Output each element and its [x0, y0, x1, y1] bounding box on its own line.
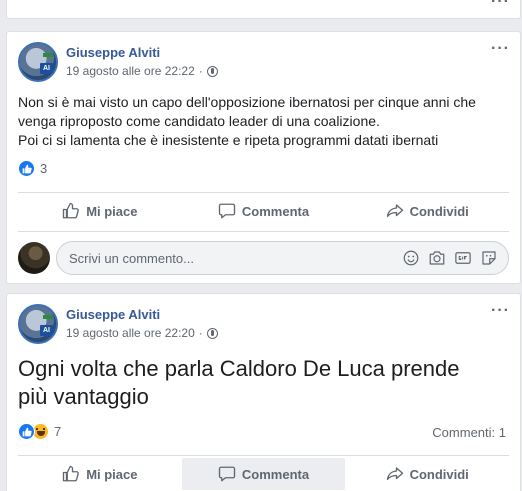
post-date[interactable]: 19 agosto alle ore 22:22 — [66, 63, 195, 79]
post-text-line: più vantaggio — [18, 384, 149, 409]
reaction-count[interactable]: 7 — [54, 424, 61, 439]
post-text: Non si è mai visto un capo dell'opposizi… — [18, 93, 508, 150]
share-button[interactable]: Condividi — [345, 458, 509, 490]
globe-icon[interactable] — [206, 327, 218, 339]
avatar-badge: AI — [40, 325, 53, 336]
like-reaction-icon — [18, 160, 35, 177]
author-name[interactable]: Giuseppe Alviti — [66, 307, 218, 323]
flag-icon — [43, 315, 53, 319]
reaction-count[interactable]: 3 — [40, 161, 47, 176]
post-text-line: Ogni volta che parla Caldoro De Luca pre… — [18, 356, 460, 381]
author-avatar[interactable]: AI — [18, 42, 58, 82]
comment-label: Commenta — [241, 466, 310, 482]
reactions-summary[interactable]: 3 — [18, 160, 47, 177]
current-user-avatar[interactable] — [18, 242, 50, 274]
camera-icon[interactable] — [428, 249, 446, 267]
author-name[interactable]: Giuseppe Alviti — [66, 45, 218, 61]
more-options-icon[interactable]: ··· — [491, 0, 510, 10]
comments-count[interactable]: Commenti: 1 — [432, 425, 506, 440]
gif-icon[interactable] — [454, 249, 472, 267]
post-text-line: Poi ci si lamenta che è inesistente e ri… — [18, 132, 439, 148]
post-card: ··· AI Giuseppe Alviti 19 agosto alle or… — [6, 31, 521, 284]
divider — [18, 455, 509, 456]
more-options-icon[interactable]: ··· — [491, 41, 510, 57]
flag-icon — [43, 53, 53, 57]
thumbs-up-icon — [63, 465, 80, 482]
emoji-icon[interactable] — [402, 249, 420, 267]
more-options-icon[interactable]: ··· — [491, 303, 510, 319]
post-timestamp: 19 agosto alle ore 22:22 · — [66, 63, 218, 79]
post-text-line: Non si è mai visto un capo dell'opposizi… — [18, 94, 476, 110]
sticker-icon[interactable] — [480, 249, 498, 267]
comment-icon — [218, 466, 236, 482]
separator: · — [198, 326, 203, 340]
author-avatar[interactable]: AI — [18, 304, 58, 344]
globe-icon[interactable] — [206, 65, 218, 77]
comment-icon — [218, 203, 236, 219]
post-timestamp: 19 agosto alle ore 22:20 · — [66, 325, 218, 341]
like-button[interactable]: Mi piace — [18, 458, 182, 490]
divider — [18, 192, 509, 193]
like-label: Mi piace — [86, 203, 138, 219]
separator: · — [198, 64, 203, 78]
like-button[interactable]: Mi piace — [18, 195, 182, 227]
thumbs-up-icon — [63, 202, 80, 219]
previous-post-card: ··· — [6, 0, 521, 19]
post-text: Ogni volta che parla Caldoro De Luca pre… — [18, 355, 508, 411]
comment-label: Commenta — [241, 203, 310, 219]
divider — [18, 231, 509, 232]
comment-button[interactable]: Commenta — [182, 195, 346, 227]
reactions-summary[interactable]: 7 — [18, 423, 61, 440]
comment-placeholder: Scrivi un commento... — [69, 250, 194, 266]
share-icon — [386, 467, 403, 480]
share-button[interactable]: Condividi — [345, 195, 509, 227]
share-label: Condividi — [409, 203, 469, 219]
post-actions: Mi piace Commenta Condividi — [18, 195, 509, 227]
post-text-line: venga riproposto come candidato leader d… — [18, 113, 380, 129]
post-header: AI Giuseppe Alviti 19 agosto alle ore 22… — [18, 304, 218, 344]
share-label: Condividi — [409, 466, 469, 482]
post-actions: Mi piace Commenta Condividi — [18, 458, 509, 490]
like-label: Mi piace — [86, 466, 138, 482]
share-icon — [386, 204, 403, 217]
comment-input[interactable]: Scrivi un commento... — [56, 241, 509, 275]
comment-composer: Scrivi un commento... — [18, 241, 509, 275]
like-reaction-icon — [18, 423, 35, 440]
avatar-badge: AI — [40, 63, 53, 74]
post-card: ··· AI Giuseppe Alviti 19 agosto alle or… — [6, 293, 521, 491]
comment-button[interactable]: Commenta — [181, 458, 346, 490]
post-date[interactable]: 19 agosto alle ore 22:20 — [66, 325, 195, 341]
post-header: AI Giuseppe Alviti 19 agosto alle ore 22… — [18, 42, 218, 82]
